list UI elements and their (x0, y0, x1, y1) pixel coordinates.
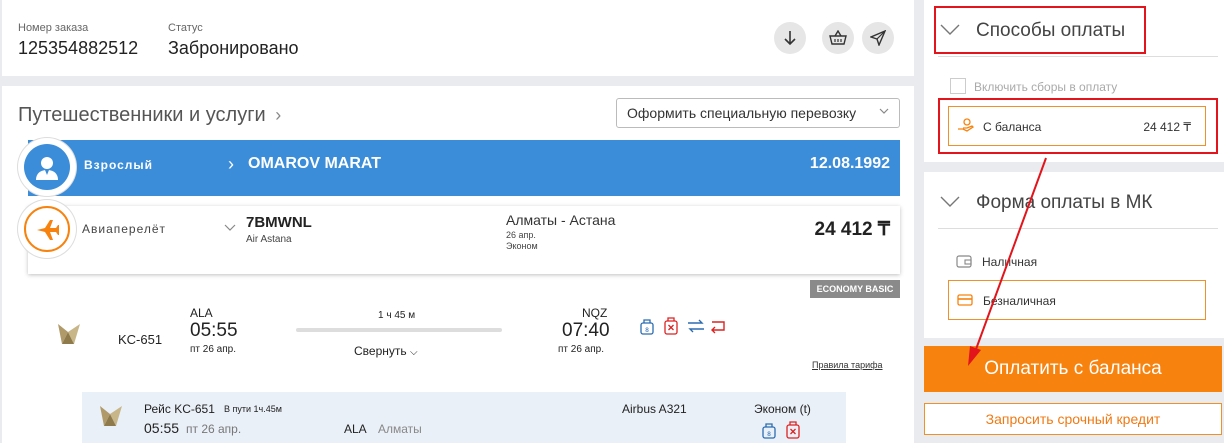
annotation-arrow (968, 157, 1047, 366)
